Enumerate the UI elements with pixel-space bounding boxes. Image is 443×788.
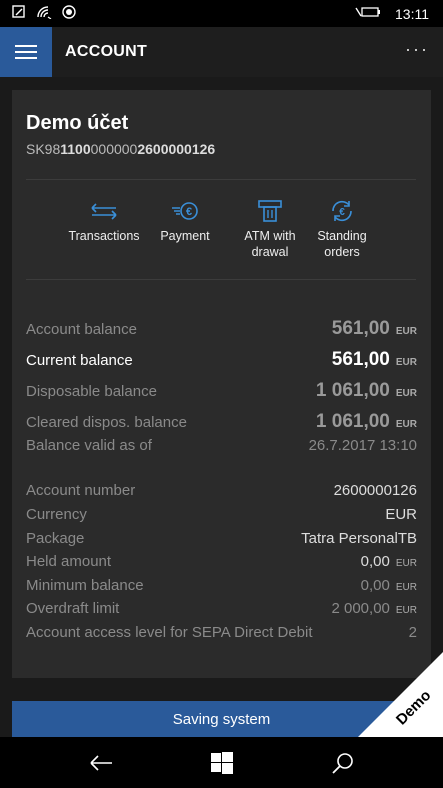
navigation-bar (0, 737, 443, 788)
detail-value: 0,00 EUR (360, 577, 417, 594)
standing-orders-action[interactable]: € Standing orders (302, 198, 382, 260)
divider (26, 179, 416, 180)
back-button[interactable] (88, 750, 114, 776)
detail-label: Minimum balance (26, 577, 144, 594)
detail-row: Held amount 0,00 EUR (26, 553, 417, 570)
app-bar: ACCOUNT ··· (0, 27, 443, 77)
euro-payment-icon: € (172, 202, 198, 220)
detail-value: Tatra PersonalTB (301, 530, 417, 547)
balance-row: Cleared dispos. balance 1 061,00 EUR (26, 411, 417, 433)
battery-charging-icon (355, 5, 381, 22)
detail-label: Overdraft limit (26, 600, 120, 617)
search-button[interactable] (330, 750, 356, 776)
detail-value: 2 000,00 EUR (331, 600, 417, 617)
detail-row: Overdraft limit 2 000,00 EUR (26, 600, 417, 617)
account-card: Demo účet SK9811000000002600000126 Trans… (12, 90, 431, 678)
payment-action[interactable]: € Payment (145, 198, 225, 244)
demo-badge: Demo (358, 652, 443, 737)
status-bar: 13:11 (0, 0, 443, 27)
balance-label: Disposable balance (26, 383, 157, 400)
balance-value: 1 061,00 EUR (315, 380, 417, 401)
back-arrow-icon (90, 755, 112, 771)
detail-row: Package Tatra PersonalTB (26, 530, 417, 547)
balance-value: 561,00 EUR (331, 318, 417, 339)
detail-value: 2 (408, 624, 417, 641)
balance-value: 26.7.2017 13:10 (308, 437, 417, 454)
balance-row: Account balance 561,00 EUR (26, 318, 417, 340)
transactions-action[interactable]: Transactions (64, 198, 144, 244)
account-name: Demo účet (26, 112, 129, 134)
detail-label: Account number (26, 482, 136, 499)
detail-label: Package (26, 530, 85, 547)
wifi-icon (36, 5, 52, 24)
euro-cycle-icon: € (332, 200, 352, 222)
hamburger-icon (15, 45, 37, 59)
account-iban: SK9811000000002600000126 (26, 141, 216, 157)
svg-text:€: € (186, 206, 192, 218)
balance-row: Current balance 561,00 EUR (26, 349, 417, 371)
atm-withdrawal-action[interactable]: ATM with drawal (230, 198, 310, 260)
balance-label: Current balance (26, 352, 133, 369)
clock: 13:11 (395, 5, 429, 22)
balance-value: 561,00 EUR (331, 349, 417, 370)
detail-row: Currency EUR (26, 506, 417, 523)
notification-icon (12, 5, 26, 24)
detail-value: EUR (385, 506, 417, 523)
balance-label: Cleared dispos. balance (26, 414, 187, 431)
atm-icon (258, 200, 282, 222)
detail-label: Account access level for SEPA Direct Deb… (26, 624, 313, 641)
balance-label: Balance valid as of (26, 437, 152, 454)
detail-row: Minimum balance 0,00 EUR (26, 577, 417, 594)
balance-row: Disposable balance 1 061,00 EUR (26, 380, 417, 402)
detail-row: Account access level for SEPA Direct Deb… (26, 624, 417, 641)
detail-value: 2600000126 (333, 482, 417, 499)
search-icon (332, 753, 353, 774)
windows-logo-icon (211, 752, 233, 774)
detail-label: Currency (26, 506, 87, 523)
menu-button[interactable] (0, 27, 52, 77)
detail-row: Account number 2600000126 (26, 482, 417, 499)
more-options-button[interactable]: ··· (405, 39, 429, 60)
page-title: ACCOUNT (65, 43, 148, 60)
balance-value: 1 061,00 EUR (315, 411, 417, 432)
svg-text:€: € (339, 207, 345, 218)
divider (26, 279, 416, 280)
transfer-arrows-icon (91, 203, 117, 220)
balance-row: Balance valid as of 26.7.2017 13:10 (26, 437, 417, 454)
quick-actions: Transactions € Payment ATM with drawal €… (68, 198, 372, 268)
detail-value: 0,00 EUR (360, 553, 417, 570)
start-button[interactable] (209, 750, 235, 776)
balance-label: Account balance (26, 321, 137, 338)
record-icon (62, 5, 76, 24)
detail-label: Held amount (26, 553, 112, 570)
